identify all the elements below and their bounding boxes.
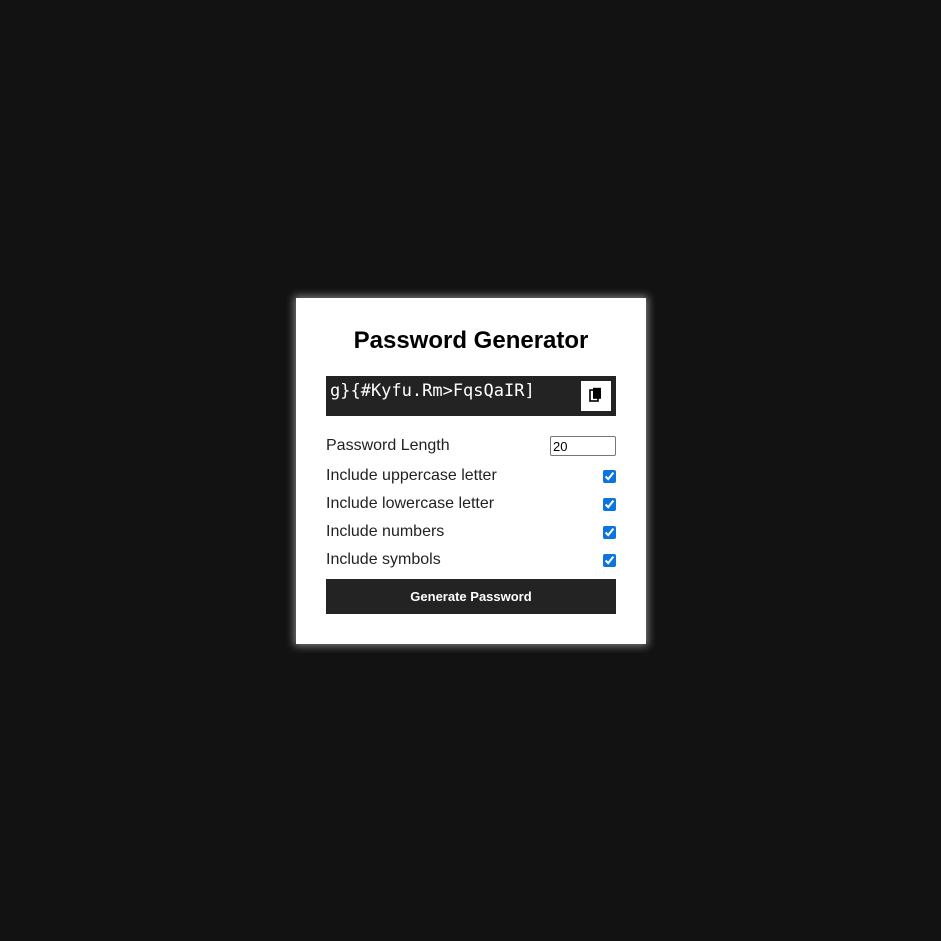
symbols-checkbox[interactable] (603, 553, 616, 567)
numbers-row: Include numbers (326, 521, 616, 543)
uppercase-checkbox[interactable] (603, 469, 616, 483)
password-result-box: g}{#Kyfu.Rm>FqsQaIR] (326, 376, 616, 416)
generate-password-button[interactable]: Generate Password (326, 579, 616, 614)
uppercase-row: Include uppercase letter (326, 465, 616, 487)
generator-card: Password Generator g}{#Kyfu.Rm>FqsQaIR] … (296, 298, 646, 644)
lowercase-label: Include lowercase letter (326, 495, 495, 512)
symbols-label: Include symbols (326, 551, 441, 568)
length-input[interactable] (550, 436, 616, 456)
lowercase-checkbox[interactable] (603, 497, 616, 511)
password-output[interactable]: g}{#Kyfu.Rm>FqsQaIR] (330, 381, 535, 401)
clipboard-icon (589, 387, 603, 406)
page-title: Password Generator (353, 327, 589, 354)
numbers-checkbox[interactable] (603, 525, 616, 539)
lowercase-row: Include lowercase letter (326, 493, 616, 515)
page: Password Generator g}{#Kyfu.Rm>FqsQaIR] … (0, 0, 941, 941)
copy-button[interactable] (581, 381, 611, 411)
uppercase-label: Include uppercase letter (326, 467, 497, 484)
length-label: Password Length (326, 437, 450, 454)
length-row: Password Length (326, 435, 616, 457)
symbols-row: Include symbols (326, 549, 616, 571)
numbers-label: Include numbers (326, 523, 445, 540)
